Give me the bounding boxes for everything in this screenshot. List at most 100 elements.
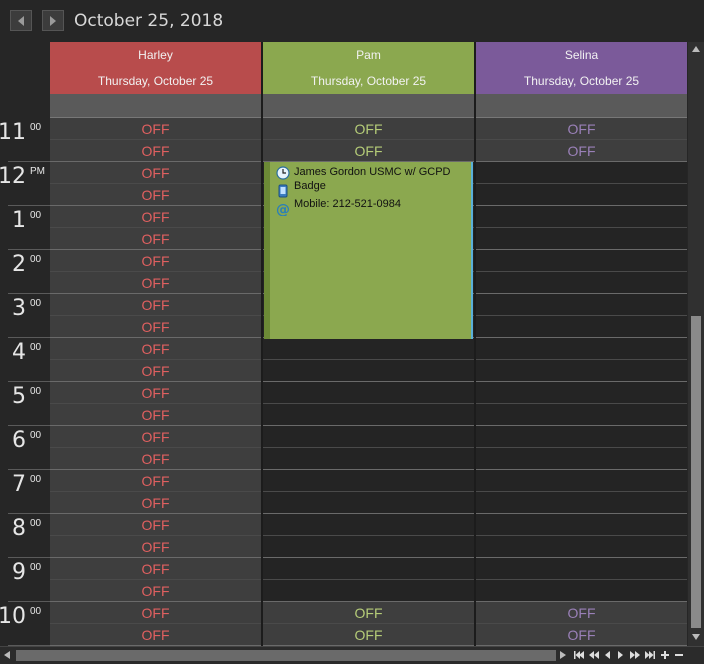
time-slot[interactable] [476,250,687,272]
time-slot[interactable]: OFF [50,206,261,228]
last-icon[interactable] [645,650,655,660]
time-slot[interactable]: OFF [50,426,261,448]
scroll-right-icon[interactable] [560,651,566,659]
first-icon[interactable] [574,650,584,660]
time-slot[interactable] [476,162,687,184]
prev-icon[interactable] [604,650,610,660]
vertical-scroll-thumb[interactable] [691,316,701,628]
time-slot[interactable] [263,580,474,602]
time-slot[interactable] [476,382,687,404]
time-slot[interactable]: OFF [50,118,261,140]
time-slot[interactable] [476,558,687,580]
time-slot[interactable] [263,338,474,360]
hour-minutes: 00 [30,122,42,133]
time-slot[interactable]: OFF [50,448,261,470]
time-slot[interactable]: OFF [476,602,687,624]
time-slot[interactable] [263,470,474,492]
time-slot[interactable] [476,272,687,294]
svg-text:@: @ [276,202,290,216]
all-day-cell-harley[interactable] [50,94,261,118]
time-slot[interactable]: OFF [476,118,687,140]
time-slot[interactable]: OFF [50,338,261,360]
time-slot[interactable] [263,426,474,448]
time-slot[interactable]: OFF [476,624,687,646]
all-day-cell-pam[interactable] [263,94,474,118]
time-slot[interactable]: OFF [50,624,261,646]
time-slot[interactable]: OFF [50,404,261,426]
next-page-icon[interactable] [630,650,640,660]
time-slot[interactable] [476,514,687,536]
time-slot[interactable] [263,536,474,558]
time-slot[interactable] [263,558,474,580]
off-label: OFF [354,121,383,137]
resource-header-selina[interactable]: Selina Thursday, October 25 [476,42,687,94]
time-slot[interactable]: OFF [50,558,261,580]
resource-header-pam[interactable]: Pam Thursday, October 25 [263,42,474,94]
prev-day-button[interactable] [10,10,32,31]
time-slot[interactable]: OFF [50,294,261,316]
horizontal-scroll-thumb[interactable] [16,650,556,661]
time-slot[interactable]: OFF [263,624,474,646]
hour-label: 10 00 [0,602,50,646]
time-slot[interactable]: OFF [50,492,261,514]
time-slot[interactable] [476,184,687,206]
time-slot[interactable] [263,514,474,536]
time-slot[interactable] [263,448,474,470]
time-slot[interactable]: OFF [50,184,261,206]
hour-label: 2 00 [0,250,50,294]
time-slot[interactable] [476,492,687,514]
next-icon[interactable] [618,650,624,660]
time-slot[interactable] [263,382,474,404]
time-slot[interactable]: OFF [50,162,261,184]
time-slot[interactable] [476,470,687,492]
time-slot[interactable] [476,404,687,426]
prev-page-icon[interactable] [589,650,599,660]
time-slot[interactable] [476,316,687,338]
resource-header-harley[interactable]: Harley Thursday, October 25 [50,42,261,94]
time-slot[interactable]: OFF [50,602,261,624]
time-slot[interactable]: OFF [50,536,261,558]
vertical-scrollbar[interactable] [688,42,704,646]
time-slot[interactable]: OFF [263,140,474,162]
time-slot[interactable] [263,492,474,514]
appointment-title: James Gordon USMC w/ GCPD [294,166,451,178]
time-slot[interactable]: OFF [50,250,261,272]
time-slot[interactable] [476,206,687,228]
time-slot[interactable]: OFF [50,272,261,294]
time-slot[interactable]: OFF [50,360,261,382]
time-slot[interactable]: OFF [263,602,474,624]
zoom-out-icon[interactable] [674,650,684,660]
off-label: OFF [141,429,170,445]
time-slot[interactable]: OFF [50,382,261,404]
off-label: OFF [141,121,170,137]
time-slot[interactable]: OFF [50,470,261,492]
zoom-in-icon[interactable] [660,650,670,660]
time-slot[interactable] [476,536,687,558]
time-slot[interactable] [476,448,687,470]
resource-name: Selina [564,48,599,62]
time-slot[interactable] [263,404,474,426]
time-slot[interactable] [476,426,687,448]
time-slot[interactable]: OFF [50,316,261,338]
time-slot[interactable] [476,294,687,316]
time-slot[interactable] [476,228,687,250]
time-slot[interactable]: OFF [50,514,261,536]
time-slot[interactable]: OFF [50,228,261,250]
time-slot[interactable] [476,580,687,602]
appointment-james-gordon[interactable]: James Gordon USMC w/ GCPD Badge @ Mobile… [264,162,473,339]
time-slot[interactable]: OFF [476,140,687,162]
next-day-button[interactable] [42,10,64,31]
time-slot[interactable]: OFF [50,580,261,602]
time-slot[interactable] [476,360,687,382]
scroll-up-icon[interactable] [692,46,700,52]
off-label: OFF [354,627,383,643]
time-slot[interactable]: OFF [263,118,474,140]
time-slot[interactable] [263,360,474,382]
scroll-left-icon[interactable] [4,651,10,659]
time-slot[interactable]: OFF [50,140,261,162]
email-at-icon: @ [276,202,290,216]
scroll-down-icon[interactable] [692,634,700,640]
horizontal-scrollbar[interactable] [0,646,704,664]
all-day-cell-selina[interactable] [476,94,687,118]
time-slot[interactable] [476,338,687,360]
